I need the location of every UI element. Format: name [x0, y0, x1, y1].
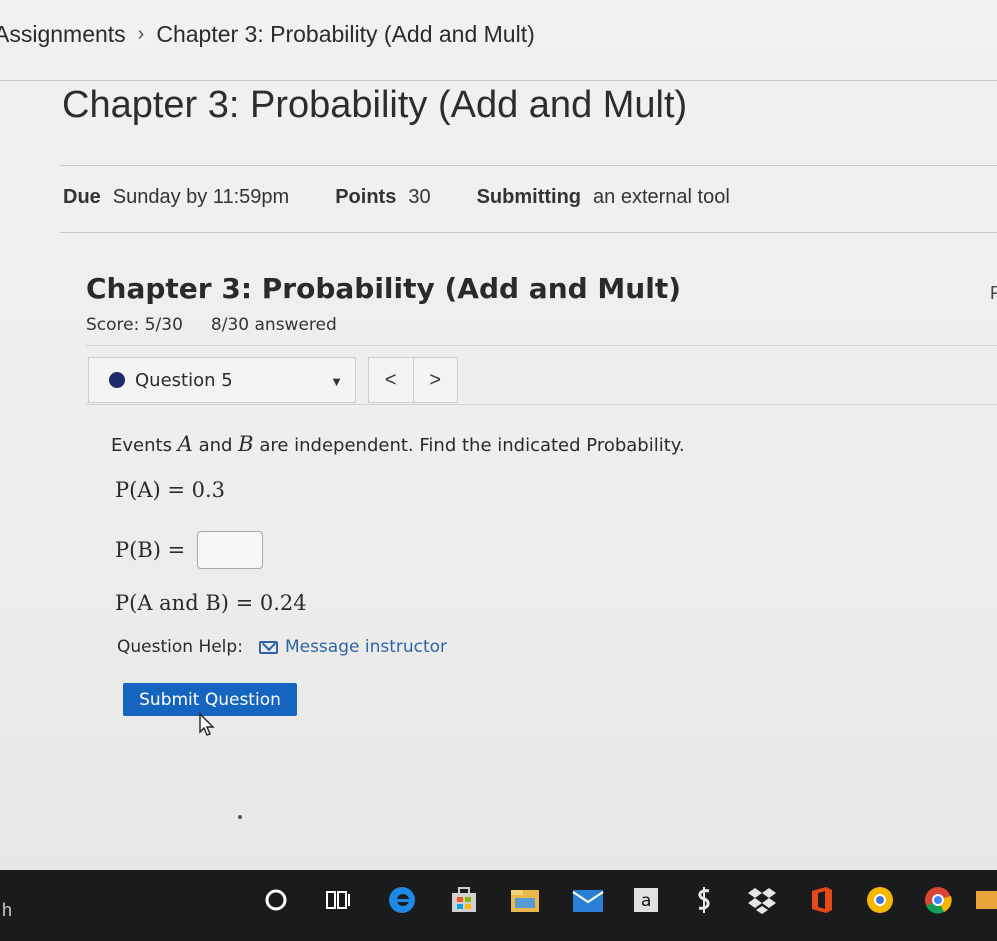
- due-label: Due: [63, 186, 101, 208]
- right-edge-text: F: [990, 283, 997, 303]
- breadcrumb-assignments-link[interactable]: Assignments: [0, 21, 126, 48]
- given-p-a-and-b: P(A and B) = 0.24: [115, 591, 307, 615]
- edge-icon[interactable]: [384, 882, 420, 918]
- amazon-glyph: a: [641, 891, 651, 911]
- question-select[interactable]: Question 5 ▼: [88, 357, 356, 403]
- caret-down-icon: ▼: [330, 374, 343, 389]
- windows-taskbar: h a: [0, 870, 997, 941]
- amazon-icon[interactable]: a: [628, 882, 664, 918]
- envelope-icon: [258, 640, 278, 654]
- answer-input[interactable]: [197, 531, 264, 569]
- breadcrumb-separator: ›: [137, 22, 145, 45]
- breadcrumb-current: Chapter 3: Probability (Add and Mult): [156, 20, 535, 47]
- answer-label: P(B) =: [115, 538, 186, 562]
- due-value: Sunday by 11:59pm: [112, 186, 290, 208]
- variable-b: B: [238, 432, 254, 456]
- next-question-button[interactable]: >: [414, 358, 458, 402]
- stray-dot: [238, 815, 242, 819]
- submitting-label: Submitting: [476, 186, 582, 208]
- task-view-icon[interactable]: [320, 882, 356, 918]
- store-icon[interactable]: [446, 882, 482, 918]
- divider: [86, 404, 997, 405]
- question-status-dot: [109, 372, 125, 388]
- money-icon[interactable]: [686, 882, 722, 918]
- question-nav: < >: [368, 357, 458, 403]
- file-explorer-icon[interactable]: [507, 882, 543, 918]
- chrome-canary-icon[interactable]: [862, 882, 898, 918]
- divider: [60, 232, 997, 233]
- mouse-cursor-icon: [199, 712, 215, 736]
- question-prompt: Events A and B are independent. Find the…: [111, 432, 685, 456]
- office-icon[interactable]: [804, 882, 840, 918]
- cortana-icon[interactable]: [258, 882, 294, 918]
- message-instructor-link[interactable]: Message instructor: [258, 637, 448, 657]
- divider: [86, 345, 997, 346]
- points-label: Points: [335, 186, 397, 208]
- question-help: Question Help: Message instructor: [117, 637, 447, 657]
- assignment-details: Due Sunday by 11:59pm Points 30 Submitti…: [63, 186, 776, 209]
- divider: [60, 165, 997, 166]
- score-text: Score: 5/30: [86, 315, 183, 335]
- answer-row: P(B) =: [115, 531, 264, 569]
- breadcrumb: Assignments › Chapter 3: Probability (Ad…: [0, 16, 535, 52]
- prompt-text: Events: [111, 435, 178, 456]
- help-label: Question Help:: [117, 637, 243, 657]
- tool-title: Chapter 3: Probability (Add and Mult): [86, 272, 681, 305]
- submitting-value: an external tool: [593, 186, 730, 208]
- mail-icon[interactable]: [570, 882, 606, 918]
- previous-question-button[interactable]: <: [369, 358, 414, 402]
- prompt-text: are independent. Find the indicated Prob…: [253, 435, 685, 456]
- given-p-a: P(A) = 0.3: [115, 478, 226, 502]
- browser-page: Assignments › Chapter 3: Probability (Ad…: [0, 0, 997, 870]
- variable-a: A: [177, 432, 193, 456]
- divider: [0, 80, 997, 81]
- message-instructor-text: Message instructor: [284, 637, 448, 657]
- points-value: 30: [408, 186, 431, 208]
- page-title: Chapter 3: Probability (Add and Mult): [62, 84, 688, 126]
- question-select-label: Question 5: [135, 369, 233, 391]
- answered-count: 8/30 answered: [210, 315, 337, 335]
- dropbox-icon[interactable]: [744, 882, 780, 918]
- score-row: Score: 5/30 8/30 answered: [86, 315, 337, 335]
- extra-icon[interactable]: [968, 882, 997, 918]
- prompt-text: and: [192, 435, 239, 456]
- chrome-icon[interactable]: [920, 882, 956, 918]
- taskbar-left-fragment: h: [2, 900, 13, 920]
